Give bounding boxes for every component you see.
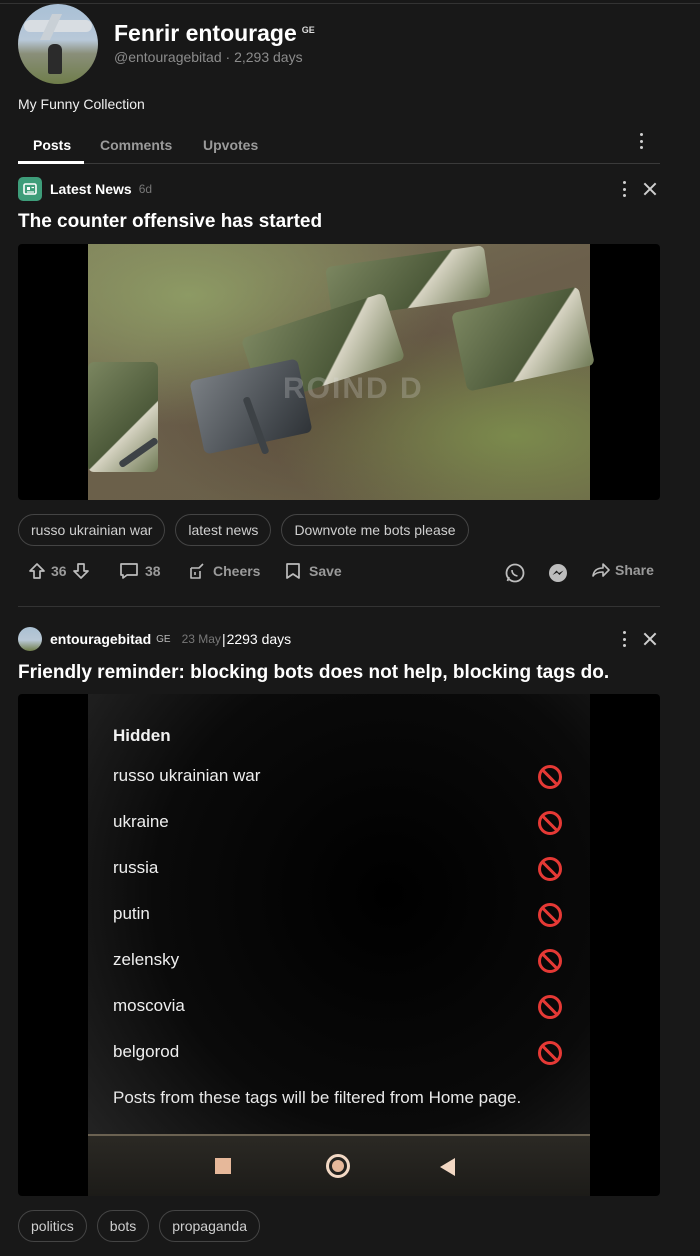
- user-avatar[interactable]: [18, 627, 42, 651]
- country-badge: GE: [156, 633, 171, 645]
- tank-scene-image: ROIND D: [88, 244, 595, 500]
- post-title[interactable]: Friendly reminder: blocking bots does no…: [18, 662, 609, 684]
- cheers-label: Cheers: [213, 563, 261, 579]
- block-icon: [538, 1041, 562, 1065]
- share-button[interactable]: Share: [591, 562, 654, 578]
- post-actions: 36 38 Cheers Save Share: [18, 558, 660, 586]
- upvote-icon[interactable]: [28, 562, 46, 580]
- block-icon: [538, 765, 562, 789]
- profile-handle: @entouragebitad · 2,293 days: [114, 49, 303, 65]
- hidden-tag-row: moscovia: [113, 996, 185, 1015]
- hidden-tag-row: russo ukrainian war: [113, 766, 261, 785]
- back-icon: [440, 1158, 455, 1176]
- profile-avatar[interactable]: [18, 4, 98, 84]
- active-tab-indicator: [18, 161, 84, 164]
- bookmark-icon: [285, 562, 301, 580]
- save-label: Save: [309, 563, 342, 579]
- whatsapp-share-icon[interactable]: [504, 562, 526, 584]
- post-date: 23 May: [181, 632, 221, 646]
- recent-apps-icon: [215, 1158, 231, 1174]
- tab-comments[interactable]: Comments: [100, 137, 172, 153]
- hidden-tag-row: zelensky: [113, 950, 180, 969]
- country-badge: GE: [301, 25, 315, 35]
- post-more-icon[interactable]: [621, 181, 627, 197]
- post-days: 2293 days: [226, 631, 292, 647]
- more-options-icon[interactable]: [638, 133, 644, 149]
- hidden-tag-row: putin: [113, 904, 150, 923]
- post-username[interactable]: entouragebitad: [50, 631, 151, 647]
- post-more-icon[interactable]: [621, 631, 627, 647]
- tag-chip[interactable]: propaganda: [159, 1210, 261, 1242]
- close-icon[interactable]: [643, 632, 657, 646]
- messenger-share-icon[interactable]: [547, 562, 569, 584]
- android-navbar: [88, 1134, 590, 1196]
- share-icon: [591, 562, 611, 578]
- home-icon: [326, 1154, 350, 1178]
- tag-chip[interactable]: Downvote me bots please: [281, 514, 469, 546]
- post-time: 6d: [138, 182, 153, 196]
- post-tags: politics bots propaganda: [18, 1210, 261, 1242]
- post-tags: russo ukrainian war latest news Downvote…: [18, 514, 469, 546]
- block-icon: [538, 811, 562, 835]
- block-icon: [538, 995, 562, 1019]
- block-icon: [538, 949, 562, 973]
- post-image[interactable]: Hidden russo ukrainian war ukraine russi…: [18, 694, 660, 1196]
- tag-chip[interactable]: bots: [96, 1210, 150, 1242]
- block-icon: [538, 857, 562, 881]
- upvote-count: 36: [51, 563, 67, 579]
- profile-bio: My Funny Collection: [18, 96, 145, 112]
- close-icon[interactable]: [643, 182, 657, 196]
- hidden-note: Posts from these tags will be filtered f…: [113, 1088, 522, 1107]
- tag-chip[interactable]: politics: [18, 1210, 87, 1242]
- post-header: entouragebitad GE 23 May | 2293 days: [18, 627, 291, 651]
- profile-name: Fenrir entourage: [114, 20, 297, 46]
- comments-button[interactable]: 38: [119, 562, 161, 580]
- post-header: Latest News 6d: [18, 177, 152, 201]
- downvote-icon[interactable]: [72, 562, 90, 580]
- cheers-icon: [188, 562, 206, 580]
- profile-tabs: Posts Comments Upvotes: [18, 128, 660, 164]
- hidden-tag-row: ukraine: [113, 812, 169, 831]
- post-title[interactable]: The counter offensive has started: [18, 211, 322, 233]
- share-label: Share: [615, 562, 654, 578]
- comment-count: 38: [145, 563, 161, 579]
- tag-chip[interactable]: russo ukrainian war: [18, 514, 166, 546]
- cheers-button[interactable]: Cheers: [188, 562, 260, 580]
- news-section-icon[interactable]: [18, 177, 42, 201]
- post-image[interactable]: ROIND D: [18, 244, 660, 500]
- image-watermark: ROIND D: [283, 372, 424, 405]
- upvote-group: 36: [28, 562, 90, 580]
- hidden-heading: Hidden: [113, 726, 171, 745]
- tab-posts[interactable]: Posts: [33, 137, 71, 153]
- tab-upvotes[interactable]: Upvotes: [203, 137, 258, 153]
- tag-chip[interactable]: latest news: [175, 514, 272, 546]
- post-divider: [18, 606, 660, 607]
- comment-icon: [119, 562, 139, 580]
- save-button[interactable]: Save: [285, 562, 342, 580]
- post-section-name[interactable]: Latest News: [50, 181, 132, 197]
- block-icon: [538, 903, 562, 927]
- profile-header: Fenrir entourage GE @entouragebitad · 2,…: [18, 4, 678, 124]
- hidden-tag-row: belgorod: [113, 1042, 180, 1061]
- hidden-tag-row: russia: [113, 858, 159, 877]
- hidden-tags-screenshot: Hidden russo ukrainian war ukraine russi…: [88, 694, 590, 1196]
